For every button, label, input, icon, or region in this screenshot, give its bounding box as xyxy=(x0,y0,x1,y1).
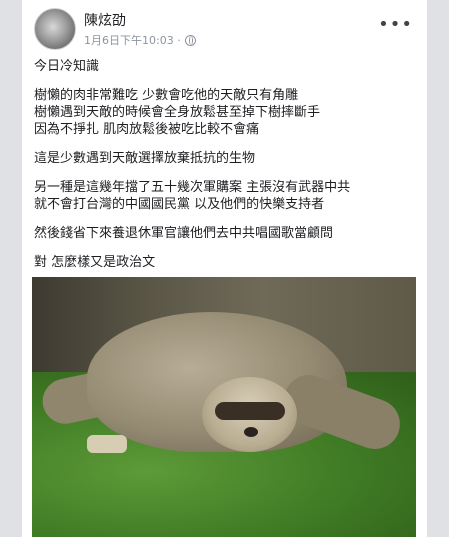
post-text: 今日冷知識 樹懶的肉非常難吃 少數會吃他的天敵只有角雕 樹懶遇到天敵的時候會全身… xyxy=(34,58,419,283)
post-paragraph: 另一種是這幾年擋了五十幾次軍購案 主張沒有武器中共 就不會打台灣的中國國民黨 以… xyxy=(34,180,351,212)
globe-icon xyxy=(184,34,196,46)
post-paragraph: 樹懶的肉非常難吃 少數會吃他的天敵只有角雕 樹懶遇到天敵的時候會全身放鬆甚至掉下… xyxy=(34,88,321,137)
post-meta: 1月6日下午10:03 · xyxy=(84,32,196,48)
sloth-claws xyxy=(87,435,127,453)
post-timestamp[interactable]: 1月6日下午10:03 · xyxy=(84,32,181,48)
sloth-face-mask xyxy=(215,402,285,420)
post-paragraph: 然後錢省下來養退休軍官讓他們去中共唱國歌當顧問 xyxy=(34,226,334,241)
avatar[interactable] xyxy=(34,8,76,50)
post-paragraph: 這是少數遇到天敵選擇放棄抵抗的生物 xyxy=(34,151,256,166)
more-options-button[interactable]: ••• xyxy=(378,14,413,35)
post-photo[interactable] xyxy=(32,277,416,537)
post-paragraph: 今日冷知識 xyxy=(34,59,100,74)
sloth-nose xyxy=(244,427,258,437)
post-paragraph: 對 怎麼樣又是政治文 xyxy=(34,255,156,270)
author-name[interactable]: 陳炫劭 xyxy=(84,10,126,30)
post-card: 陳炫劭 1月6日下午10:03 · ••• 今日冷知識 樹懶的肉非常難吃 少數會… xyxy=(22,0,427,537)
